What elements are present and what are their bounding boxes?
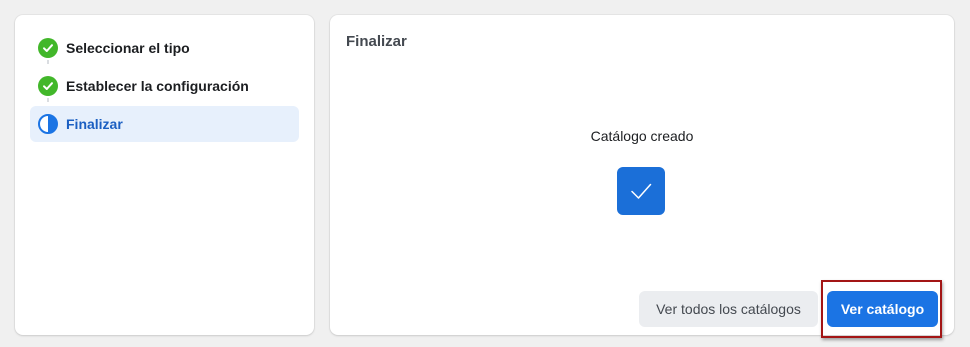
step-set-configuration[interactable]: Establecer la configuración xyxy=(30,68,299,104)
view-all-catalogs-button[interactable]: Ver todos los catálogos xyxy=(639,291,818,327)
half-circle-icon xyxy=(38,114,58,134)
success-message: Catálogo creado xyxy=(590,128,694,144)
step-connector xyxy=(47,98,49,102)
check-circle-icon xyxy=(38,38,58,58)
step-label: Seleccionar el tipo xyxy=(66,40,190,56)
steps-panel: Seleccionar el tipo Establecer la config… xyxy=(15,15,314,335)
step-label: Finalizar xyxy=(66,116,123,132)
view-catalog-button[interactable]: Ver catálogo xyxy=(827,291,938,327)
panel-title: Finalizar xyxy=(346,33,407,50)
step-connector xyxy=(47,60,49,64)
check-circle-icon xyxy=(38,76,58,96)
step-label: Establecer la configuración xyxy=(66,78,249,94)
step-select-type[interactable]: Seleccionar el tipo xyxy=(30,30,299,66)
checkmark-icon xyxy=(617,167,665,215)
step-list: Seleccionar el tipo Establecer la config… xyxy=(30,30,299,144)
finalize-panel: Finalizar Catálogo creado Ver todos los … xyxy=(330,15,954,335)
step-finalize[interactable]: Finalizar xyxy=(30,106,299,142)
